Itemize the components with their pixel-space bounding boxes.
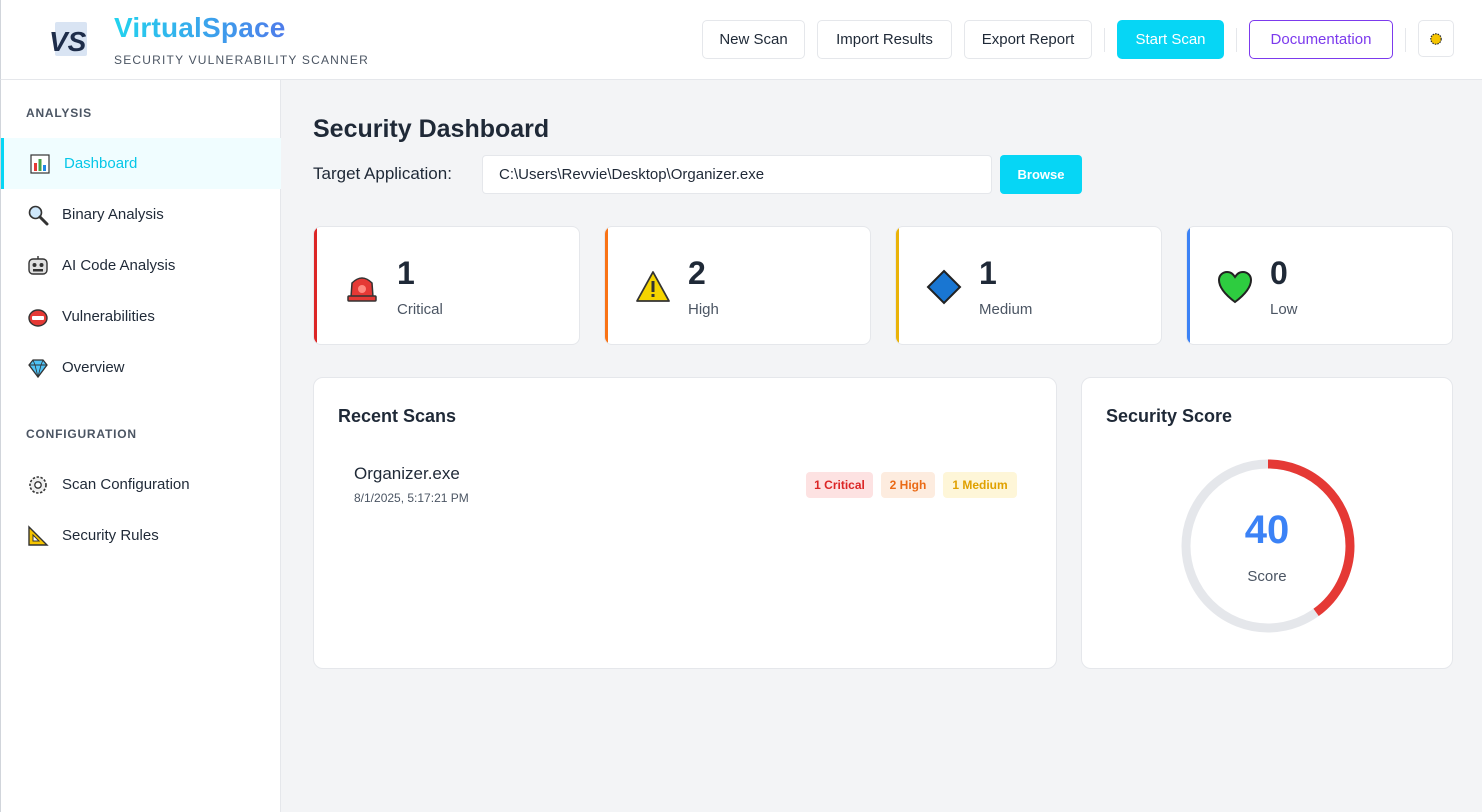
new-scan-button[interactable]: New Scan <box>702 20 805 59</box>
stat-label: Critical <box>397 301 443 318</box>
documentation-button[interactable]: Documentation <box>1249 20 1393 59</box>
stat-count: 0 <box>1270 255 1288 291</box>
sidebar-item-label: AI Code Analysis <box>62 257 176 274</box>
svg-text:VS: VS <box>49 26 87 57</box>
stat-card-medium: 1 Medium <box>895 226 1162 345</box>
siren-icon <box>347 277 377 302</box>
sidebar-item-scan-configuration[interactable]: Scan Configuration <box>1 459 281 510</box>
gear-icon <box>27 474 49 496</box>
stat-card-low: 0 Low <box>1186 226 1453 345</box>
brand-tagline: SECURITY VULNERABILITY SCANNER <box>114 53 369 67</box>
sidebar-item-label: Vulnerabilities <box>62 308 155 325</box>
section-title-analysis: ANALYSIS <box>26 106 92 120</box>
brand-title: VirtualSpace <box>114 12 286 43</box>
medium-badge: 1 Medium <box>943 472 1017 498</box>
theme-toggle-button[interactable] <box>1418 20 1454 57</box>
sidebar-item-label: Dashboard <box>64 155 138 172</box>
scan-name: Organizer.exe <box>354 464 460 483</box>
sun-gear-icon <box>1430 32 1442 45</box>
diamond-gem-icon <box>27 357 49 379</box>
target-application-input[interactable] <box>482 155 992 194</box>
sidebar-item-overview[interactable]: Overview <box>1 342 281 393</box>
sidebar-item-security-rules[interactable]: Security Rules <box>1 510 281 561</box>
virtualspace-logo-icon: VS <box>49 22 87 57</box>
green-heart-icon <box>1217 270 1253 304</box>
header-divider <box>1236 28 1237 52</box>
sidebar-item-label: Binary Analysis <box>62 206 164 223</box>
export-report-button[interactable]: Export Report <box>964 20 1092 59</box>
scan-date: 8/1/2025, 5:17:21 PM <box>354 491 469 505</box>
security-score-panel: Security Score 40 Score <box>1081 377 1453 669</box>
target-application-label: Target Application: <box>313 164 452 183</box>
critical-badge: 1 Critical <box>806 472 873 498</box>
stat-label: Medium <box>979 301 1033 318</box>
sidebar-item-ai-code-analysis[interactable]: AI Code Analysis <box>1 240 281 291</box>
bug-icon <box>27 306 49 328</box>
security-score-label: Score <box>1247 568 1287 585</box>
import-results-button[interactable]: Import Results <box>817 20 952 59</box>
stat-card-accent <box>896 227 899 344</box>
stat-card-critical: 1 Critical <box>313 226 580 345</box>
page-title: Security Dashboard <box>313 115 550 143</box>
stat-count: 1 <box>979 255 997 291</box>
stat-card-high: 2 High <box>604 226 871 345</box>
recent-scans-panel: Recent Scans Organizer.exe 8/1/2025, 5:1… <box>313 377 1057 669</box>
high-badge: 2 High <box>881 472 935 498</box>
recent-scans-title: Recent Scans <box>338 406 457 426</box>
header-divider <box>1405 28 1406 52</box>
stat-label: Low <box>1270 301 1298 318</box>
security-score-value: 40 <box>1244 508 1290 552</box>
security-score-title: Security Score <box>1106 406 1233 426</box>
stat-count: 2 <box>688 255 706 291</box>
sidebar: ANALYSIS Dashboard Binary Analysis AI Co… <box>0 80 281 812</box>
sidebar-item-label: Overview <box>62 359 125 376</box>
section-title-configuration: CONFIGURATION <box>26 427 137 441</box>
sidebar-item-label: Security Rules <box>62 527 159 544</box>
magnifier-icon <box>27 204 49 226</box>
sidebar-item-vulnerabilities[interactable]: Vulnerabilities <box>1 291 281 342</box>
stat-label: High <box>688 301 719 318</box>
blue-diamond-icon <box>926 269 962 305</box>
sidebar-item-dashboard[interactable]: Dashboard <box>1 138 281 189</box>
stat-count: 1 <box>397 255 415 291</box>
stat-card-accent <box>314 227 317 344</box>
robot-icon <box>27 255 49 277</box>
stat-card-accent <box>1187 227 1190 344</box>
start-scan-button[interactable]: Start Scan <box>1117 20 1224 59</box>
triangle-ruler-icon <box>27 524 49 547</box>
sidebar-item-label: Scan Configuration <box>62 476 190 493</box>
warning-icon <box>636 271 670 302</box>
app-header: VS VirtualSpace SECURITY VULNERABILITY S… <box>0 0 1482 80</box>
header-divider <box>1104 28 1105 52</box>
stat-card-accent <box>605 227 608 344</box>
bar-chart-icon <box>29 153 51 175</box>
browse-button[interactable]: Browse <box>1000 155 1082 194</box>
sidebar-item-binary-analysis[interactable]: Binary Analysis <box>1 189 281 240</box>
